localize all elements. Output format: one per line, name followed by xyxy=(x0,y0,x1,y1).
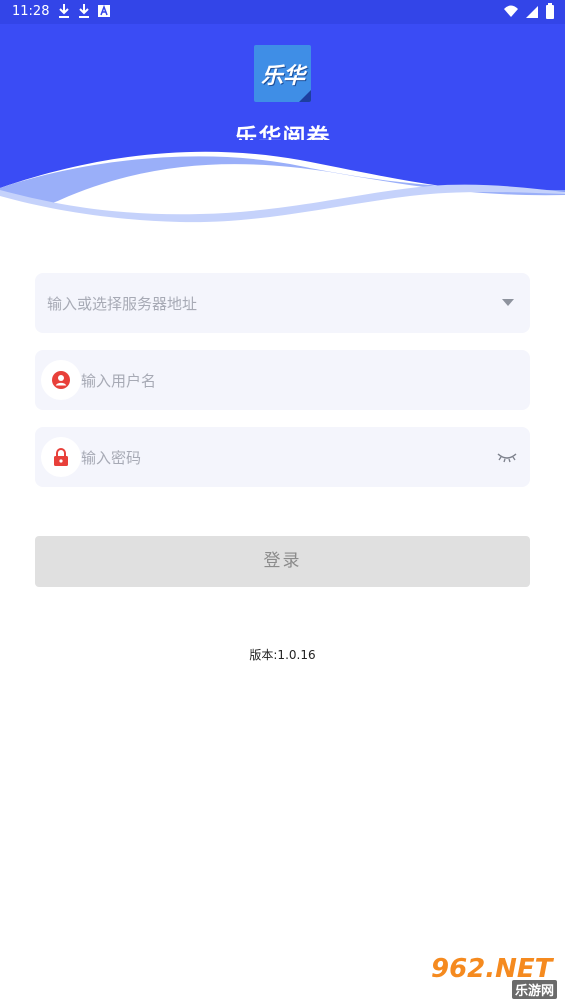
server-select[interactable]: 输入或选择服务器地址 xyxy=(35,273,530,333)
user-icon xyxy=(41,360,81,400)
lock-icon xyxy=(41,437,81,477)
a-icon xyxy=(98,4,110,17)
chevron-down-icon[interactable] xyxy=(502,299,514,306)
password-field[interactable]: 输入密码 xyxy=(35,427,530,487)
username-field[interactable]: 输入用户名 xyxy=(35,350,530,410)
status-icons-left xyxy=(57,3,111,19)
status-icons-right xyxy=(503,3,555,19)
header-wave xyxy=(0,140,565,230)
username-placeholder: 输入用户名 xyxy=(81,372,157,390)
app-logo: 乐华 xyxy=(254,45,311,102)
watermark-sub: 乐游网 xyxy=(511,980,557,999)
password-placeholder: 输入密码 xyxy=(81,449,142,467)
battery-icon xyxy=(546,3,554,19)
logo-fold xyxy=(299,90,311,102)
download-icon xyxy=(59,4,69,18)
wifi-icon xyxy=(504,5,518,17)
version-text: 版本:1.0.16 xyxy=(249,648,316,662)
status-bar: 11:28 xyxy=(0,0,565,24)
logo-text: 乐华 xyxy=(260,64,305,89)
server-placeholder: 输入或选择服务器地址 xyxy=(47,295,198,313)
eye-closed-icon[interactable] xyxy=(496,449,518,465)
status-time: 11:28 xyxy=(12,4,50,19)
signal-icon xyxy=(526,6,538,18)
download-icon xyxy=(79,4,89,18)
login-button[interactable]: 登录 xyxy=(35,536,530,587)
watermark-logo: 962.NET 乐游网 xyxy=(431,954,559,999)
